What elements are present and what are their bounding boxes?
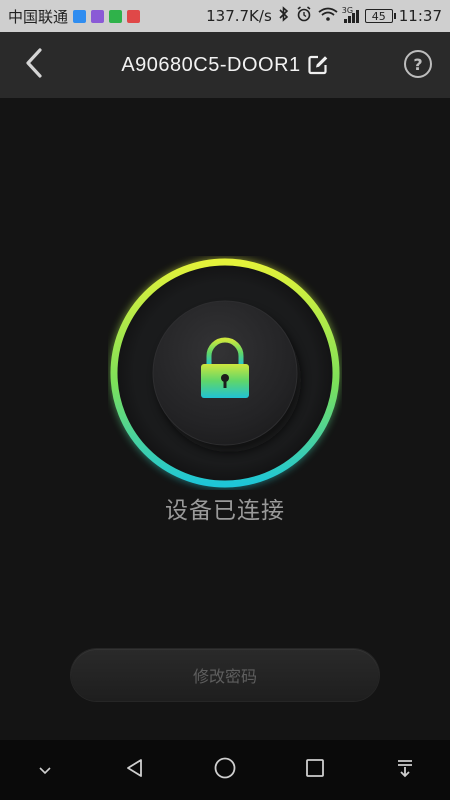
- back-button[interactable]: [14, 45, 54, 85]
- message-app-icon: [73, 9, 87, 23]
- signal-type-label: 3G: [341, 5, 354, 15]
- cellular-signal-icon: 3G: [342, 6, 359, 23]
- chevron-left-icon: [23, 47, 45, 83]
- chevron-down-icon: [38, 761, 52, 780]
- nav-notification-button[interactable]: [383, 748, 427, 792]
- notification-pull-icon: [394, 757, 416, 783]
- system-nav-bar: [0, 740, 450, 800]
- help-button[interactable]: ?: [404, 50, 432, 78]
- home-app-icon: [127, 9, 141, 23]
- bluetooth-icon: [278, 6, 290, 26]
- battery-level: 45: [371, 9, 386, 23]
- device-title-group: A90680C5-DOOR1: [121, 54, 328, 77]
- back-triangle-icon: [124, 757, 146, 783]
- main-panel: 设备已连接 修改密码: [0, 98, 450, 740]
- recents-square-icon: [304, 757, 326, 783]
- change-password-button[interactable]: 修改密码: [71, 649, 379, 701]
- connection-status: 设备已连接: [165, 498, 285, 524]
- edit-icon[interactable]: [307, 54, 329, 76]
- nav-recents-button[interactable]: [293, 748, 337, 792]
- clock: 11:37: [398, 7, 442, 25]
- lock-dial: [110, 258, 340, 488]
- wechat-icon: [109, 9, 123, 23]
- app-header: A90680C5-DOOR1 ?: [0, 32, 450, 98]
- nav-back-button[interactable]: [113, 748, 157, 792]
- status-bar-right: 137.7K/s 3G 45 11:37: [206, 6, 442, 26]
- nav-collapse-button[interactable]: [23, 748, 67, 792]
- home-circle-icon: [213, 756, 237, 784]
- battery-indicator: 45: [364, 9, 396, 23]
- carrier-name: 中国联通: [8, 7, 69, 26]
- lock-control[interactable]: [108, 256, 342, 490]
- alarm-icon: [296, 6, 312, 26]
- wifi-icon: [318, 7, 338, 25]
- net-speed: 137.7K/s: [206, 7, 272, 25]
- status-bar: 中国联通 137.7K/s 3G 45 11:37: [0, 0, 450, 32]
- nav-home-button[interactable]: [203, 748, 247, 792]
- help-label: ?: [413, 54, 423, 74]
- status-bar-left: 中国联通: [8, 6, 141, 27]
- device-title: A90680C5-DOOR1: [121, 53, 301, 76]
- purple-app-icon: [91, 9, 105, 23]
